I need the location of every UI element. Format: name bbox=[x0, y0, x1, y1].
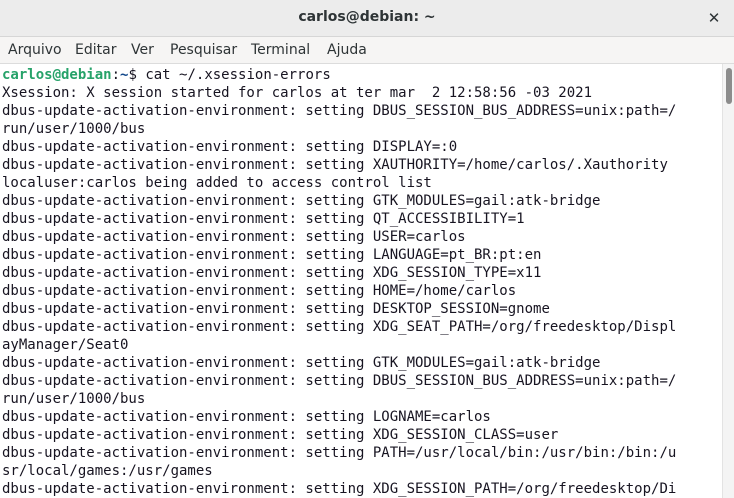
menu-pesquisar[interactable]: Pesquisar bbox=[170, 42, 237, 58]
prompt-user-host: carlos@debian bbox=[2, 67, 112, 83]
menu-terminal[interactable]: Terminal bbox=[251, 42, 310, 58]
output-line: dbus-update-activation-environment: sett… bbox=[2, 355, 601, 371]
output-line: dbus-update-activation-environment: sett… bbox=[2, 427, 559, 443]
scrollbar-thumb[interactable] bbox=[726, 68, 732, 104]
output-line: dbus-update-activation-environment: sett… bbox=[2, 319, 677, 335]
output-line: dbus-update-activation-environment: sett… bbox=[2, 139, 458, 155]
title-bar[interactable]: carlos@debian: ~ ✕ bbox=[0, 0, 734, 37]
menu-arquivo[interactable]: Arquivo bbox=[8, 42, 62, 58]
output-line: dbus-update-activation-environment: sett… bbox=[2, 373, 677, 389]
prompt-line: carlos@debian:~$ cat ~/.xsession-errors bbox=[2, 66, 331, 84]
window-title: carlos@debian: ~ bbox=[298, 9, 436, 25]
output-line: dbus-update-activation-environment: sett… bbox=[2, 229, 466, 245]
output-line: run/user/1000/bus bbox=[2, 391, 146, 407]
output-line: dbus-update-activation-environment: sett… bbox=[2, 211, 525, 227]
vertical-scrollbar[interactable] bbox=[722, 64, 734, 498]
output-line: dbus-update-activation-environment: sett… bbox=[2, 301, 550, 317]
terminal-window: carlos@debian: ~ ✕ Arquivo Editar Ver Pe… bbox=[0, 0, 734, 498]
menu-ajuda[interactable]: Ajuda bbox=[327, 42, 367, 58]
output-line: run/user/1000/bus bbox=[2, 121, 146, 137]
output-line: Xsession: X session started for carlos a… bbox=[2, 85, 593, 101]
output-line: dbus-update-activation-environment: sett… bbox=[2, 247, 542, 263]
close-icon[interactable]: ✕ bbox=[702, 6, 726, 30]
output-line: localuser:carlos being added to access c… bbox=[2, 175, 432, 191]
output-line: dbus-update-activation-environment: sett… bbox=[2, 481, 677, 497]
prompt-separator: : bbox=[111, 67, 121, 83]
output-line: dbus-update-activation-environment: sett… bbox=[2, 157, 668, 173]
output-line: dbus-update-activation-environment: sett… bbox=[2, 283, 517, 299]
menu-editar[interactable]: Editar bbox=[75, 42, 116, 58]
output-line: dbus-update-activation-environment: sett… bbox=[2, 265, 542, 281]
output-line: ayManager/Seat0 bbox=[2, 337, 129, 353]
output-line: dbus-update-activation-environment: sett… bbox=[2, 409, 491, 425]
output-line: dbus-update-activation-environment: sett… bbox=[2, 193, 601, 209]
prompt-symbol: $ bbox=[128, 67, 146, 83]
terminal-output[interactable]: carlos@debian:~$ cat ~/.xsession-errors … bbox=[0, 64, 722, 498]
menu-bar: Arquivo Editar Ver Pesquisar Terminal Aj… bbox=[0, 37, 734, 64]
output-line: dbus-update-activation-environment: sett… bbox=[2, 445, 677, 461]
prompt-command: cat ~/.xsession-errors bbox=[145, 67, 331, 83]
output-line: sr/local/games:/usr/games bbox=[2, 463, 213, 479]
menu-ver[interactable]: Ver bbox=[131, 42, 154, 58]
output-line: dbus-update-activation-environment: sett… bbox=[2, 103, 677, 119]
